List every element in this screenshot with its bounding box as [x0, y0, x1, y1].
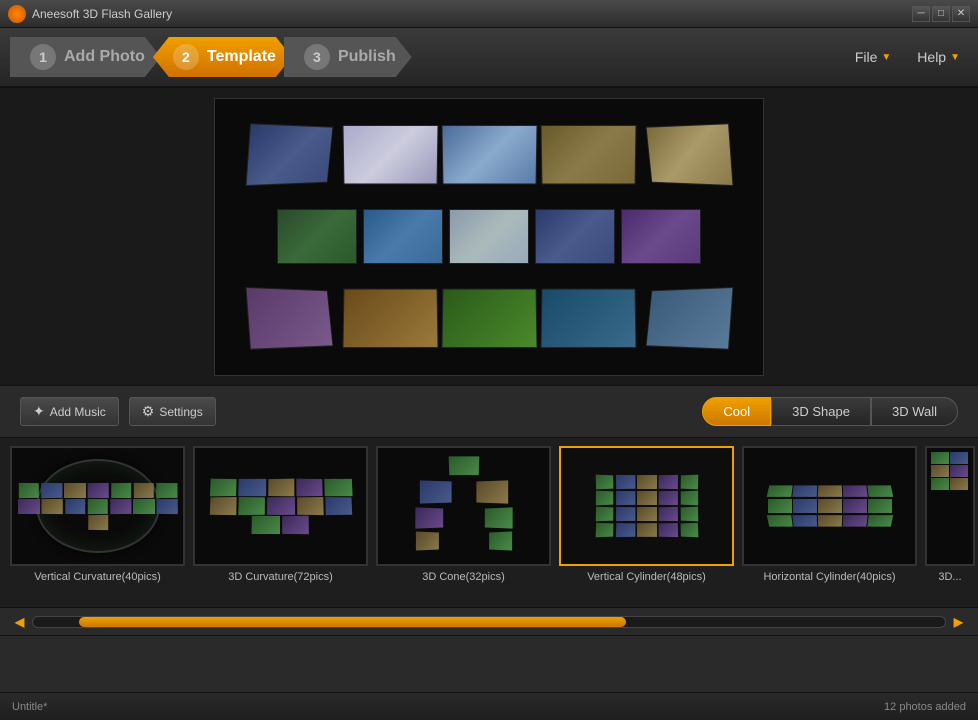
step2-label: Template	[207, 48, 276, 66]
file-menu[interactable]: File ▼	[847, 45, 899, 69]
template-item-3[interactable]: 3D Cone(32pics)	[376, 446, 551, 599]
template-tabs: Cool 3D Shape 3D Wall	[702, 397, 958, 426]
template-label-3: 3D Cone(32pics)	[422, 571, 505, 583]
preview-area	[0, 88, 978, 386]
template-label-6: 3D...	[938, 571, 961, 583]
statusbar: Untitle* 12 photos added	[0, 692, 978, 720]
scroll-right-arrow[interactable]: ▶	[954, 615, 963, 629]
titlebar: Aneesoft 3D Flash Gallery ─ □ ✕	[0, 0, 978, 28]
status-photo-count: 12 photos added	[884, 701, 966, 713]
controls-area: ✦ Add Music ⚙ Settings Cool 3D Shape 3D …	[0, 386, 978, 438]
settings-icon: ⚙	[142, 403, 155, 420]
minimize-button[interactable]: ─	[912, 6, 930, 22]
restore-button[interactable]: □	[932, 6, 950, 22]
template-thumb-5	[742, 446, 917, 566]
file-arrow-icon: ▼	[881, 52, 891, 63]
step-template[interactable]: 2 Template	[153, 37, 292, 77]
step1-label: Add Photo	[64, 48, 145, 66]
template-thumb-6	[925, 446, 975, 566]
template-item-4[interactable]: Vertical Cylinder(48pics)	[559, 446, 734, 599]
template-thumb-1	[10, 446, 185, 566]
music-icon: ✦	[33, 403, 45, 420]
photo-row-top	[244, 125, 735, 185]
horizontal-scrollbar: ◀ ▶	[0, 608, 978, 636]
template-label-2: 3D Curvature(72pics)	[228, 571, 333, 583]
template-label-4: Vertical Cylinder(48pics)	[587, 571, 706, 583]
step1-num: 1	[30, 44, 56, 70]
settings-button[interactable]: ⚙ Settings	[129, 397, 216, 426]
help-menu[interactable]: Help ▼	[909, 45, 968, 69]
template-item-2[interactable]: 3D Curvature(72pics)	[193, 446, 368, 599]
template-item-1[interactable]: Vertical Curvature(40pics)	[10, 446, 185, 599]
tab-3d-shape[interactable]: 3D Shape	[771, 397, 871, 426]
preview-stage	[214, 98, 764, 376]
photo-row-middle	[277, 209, 701, 264]
step-add-photo[interactable]: 1 Add Photo	[10, 37, 161, 77]
close-button[interactable]: ✕	[952, 6, 970, 22]
top-navigation: 1 Add Photo 2 Template 3 Publish File ▼ …	[0, 28, 978, 88]
step-publish[interactable]: 3 Publish	[284, 37, 412, 77]
nav-right: File ▼ Help ▼	[847, 45, 968, 69]
scroll-left-arrow[interactable]: ◀	[15, 615, 24, 629]
step3-label: Publish	[338, 48, 396, 66]
add-music-button[interactable]: ✦ Add Music	[20, 397, 119, 426]
template-item-5[interactable]: Horizontal Cylinder(40pics)	[742, 446, 917, 599]
app-title: Aneesoft 3D Flash Gallery	[32, 7, 910, 21]
template-thumb-2	[193, 446, 368, 566]
help-arrow-icon: ▼	[950, 52, 960, 63]
photo-row-bottom	[244, 288, 735, 348]
step2-num: 2	[173, 44, 199, 70]
template-thumb-3	[376, 446, 551, 566]
template-gallery: Vertical Curvature(40pics)	[0, 438, 978, 608]
tab-cool[interactable]: Cool	[702, 397, 771, 426]
photo-grid	[215, 99, 763, 375]
step3-num: 3	[304, 44, 330, 70]
template-label-5: Horizontal Cylinder(40pics)	[763, 571, 895, 583]
app-logo	[8, 5, 26, 23]
tab-3d-wall[interactable]: 3D Wall	[871, 397, 958, 426]
scroll-thumb[interactable]	[79, 617, 626, 627]
template-thumb-4	[559, 446, 734, 566]
scroll-track[interactable]	[32, 616, 946, 628]
template-item-6[interactable]: 3D...	[925, 446, 975, 599]
status-filename: Untitle*	[12, 701, 47, 713]
template-label-1: Vertical Curvature(40pics)	[34, 571, 161, 583]
